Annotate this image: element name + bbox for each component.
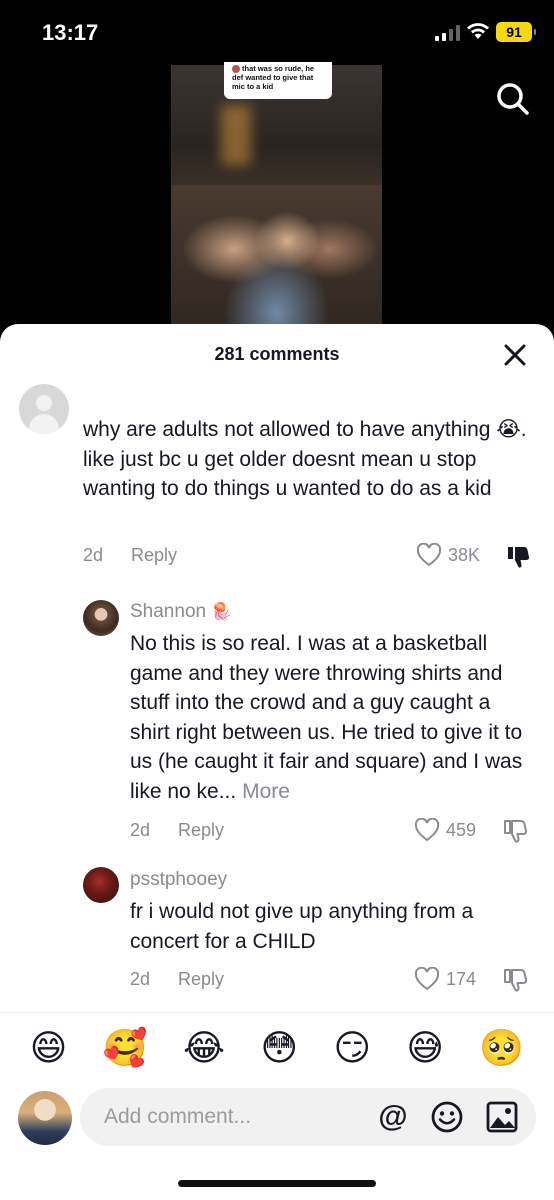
- comment-input[interactable]: [104, 1102, 374, 1132]
- comment-item: psstphooey fr i would not give up anythi…: [0, 865, 554, 1005]
- heart-icon: [414, 818, 440, 842]
- comment-meta: 2d Reply: [83, 545, 177, 566]
- comment-username[interactable]: Shannon 🪼: [130, 601, 233, 623]
- emoji-sweat-smile-button[interactable]: 😅: [406, 1028, 444, 1069]
- heart-icon: [414, 967, 440, 991]
- jellyfish-badge-icon: 🪼: [211, 602, 233, 622]
- search-icon[interactable]: [494, 80, 530, 116]
- comment-date: 2d: [130, 969, 151, 989]
- comment-text: why are adults not allowed to have anyth…: [83, 418, 527, 500]
- dislike-icon[interactable]: [502, 967, 528, 993]
- comment-date: 2d: [130, 820, 151, 840]
- comment-text: No this is so real. I was at a basketbal…: [130, 632, 523, 803]
- like-button[interactable]: 174: [414, 967, 476, 991]
- video-player[interactable]: that was so rude, he def wanted to give …: [0, 62, 554, 342]
- emoji-hearts-button[interactable]: 🥰: [103, 1028, 148, 1069]
- like-button[interactable]: 459: [414, 818, 476, 842]
- close-icon[interactable]: [502, 342, 528, 368]
- like-count: 174: [446, 968, 477, 989]
- comment-date: 2d: [83, 545, 104, 565]
- avatar[interactable]: [83, 867, 119, 903]
- video-caption-bubble: that was so rude, he def wanted to give …: [224, 62, 332, 99]
- heart-icon: [416, 543, 442, 567]
- avatar[interactable]: [19, 384, 69, 434]
- comments-count-title: 281 comments: [214, 344, 340, 364]
- comment-input-container[interactable]: @: [80, 1088, 536, 1146]
- status-bar: 13:17 91: [0, 0, 554, 62]
- image-attach-icon[interactable]: [485, 1100, 519, 1134]
- comments-header: 281 comments: [0, 324, 554, 384]
- reply-button[interactable]: Reply: [178, 820, 224, 841]
- caption-avatar-icon: [232, 65, 240, 74]
- comment-meta: 2d Reply: [130, 969, 224, 990]
- status-time: 13:17: [42, 20, 99, 45]
- comment-meta: 2d Reply: [130, 820, 224, 841]
- comment-item: why are adults not allowed to have anyth…: [0, 384, 554, 584]
- video-caption-text: that was so rude, he def wanted to give …: [232, 64, 315, 92]
- cellular-signal-icon: [435, 24, 460, 41]
- emoji-joy-button[interactable]: 😂: [183, 1028, 225, 1069]
- dislike-icon[interactable]: [502, 818, 528, 844]
- comment-composer: @: [0, 1088, 554, 1148]
- battery-indicator: 91: [496, 22, 536, 42]
- mention-button[interactable]: @: [376, 1100, 410, 1134]
- like-button[interactable]: 38K: [416, 543, 480, 567]
- reply-button[interactable]: Reply: [178, 969, 224, 990]
- comment-text: fr i would not give up anything from a c…: [130, 900, 474, 953]
- emoji-quick-bar: 😄 🥰 😂 😳 😏 😅 🥺: [0, 1012, 554, 1084]
- emoji-picker-icon[interactable]: [430, 1100, 464, 1134]
- avatar[interactable]: [18, 1091, 72, 1145]
- comment-item: Shannon 🪼 No this is so real. I was at a…: [0, 596, 554, 856]
- reply-button[interactable]: Reply: [131, 545, 177, 566]
- avatar[interactable]: [83, 600, 119, 636]
- comment-username[interactable]: psstphooey: [130, 869, 227, 891]
- home-indicator: [178, 1180, 376, 1187]
- dislike-icon[interactable]: [505, 544, 531, 570]
- like-count: 38K: [448, 544, 481, 565]
- emoji-pleading-button[interactable]: 🥺: [479, 1028, 524, 1069]
- wifi-icon: [467, 23, 489, 39]
- emoji-smirk-button[interactable]: 😏: [333, 1028, 371, 1069]
- emoji-grin-button[interactable]: 😄: [30, 1028, 68, 1069]
- video-thumbnail[interactable]: [171, 65, 382, 340]
- emoji-flushed-button[interactable]: 😳: [260, 1028, 298, 1069]
- more-link[interactable]: More: [242, 780, 290, 803]
- like-count: 459: [446, 819, 477, 840]
